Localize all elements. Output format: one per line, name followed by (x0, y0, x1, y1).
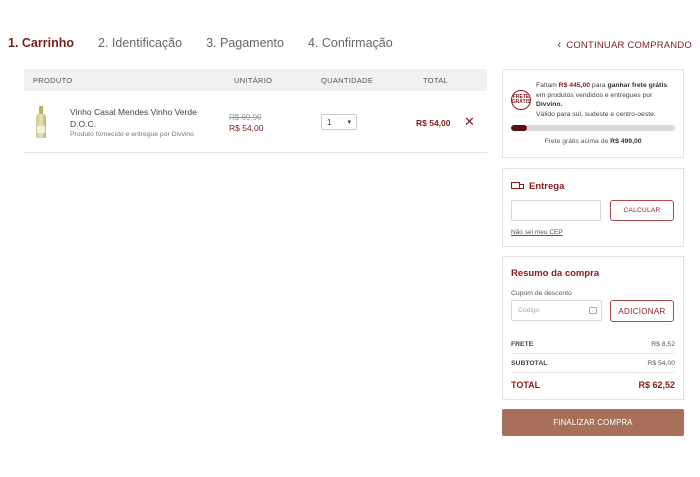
free-shipping-progress (511, 125, 675, 131)
summary-title: Resumo da compra (511, 268, 600, 279)
shipping-line: FRETE R$ 8,52 (511, 341, 675, 348)
continue-shopping-label: CONTINUAR COMPRANDO (566, 39, 692, 51)
quantity-select[interactable]: 1 ▾ (321, 114, 357, 130)
unknown-cep-link[interactable]: Não sei meu CEP (511, 229, 563, 236)
add-coupon-button[interactable]: ADICIONAR (610, 300, 674, 322)
free-shipping-badge-icon: FRETE GRÁTIS (511, 90, 531, 110)
progress-fill (511, 125, 528, 131)
quantity-value: 1 (327, 117, 332, 127)
finalize-purchase-button[interactable]: FINALIZAR COMPRA (502, 409, 684, 436)
unit-price: R$ 54,00 (229, 123, 264, 133)
table-header: PRODUTO UNITÁRIO QUANTIDADE TOTAL (24, 69, 487, 91)
old-price: R$ 69,90 (229, 113, 262, 122)
free-shipping-threshold: Frete grátis acima de R$ 499,00 (544, 138, 642, 145)
step-cart[interactable]: 1. Carrinho (8, 36, 74, 50)
product-image[interactable] (36, 106, 46, 138)
line-total: R$ 54,00 (416, 118, 451, 128)
header-total: TOTAL (423, 75, 448, 85)
delivery-panel: Entrega CALCULAR Não sei meu CEP (502, 168, 684, 247)
free-shipping-message: Faltam R$ 445,00 para ganhar frete gráti… (536, 82, 668, 118)
cep-input[interactable] (511, 200, 601, 221)
truck-icon (511, 182, 525, 191)
checkout-steps: 1. Carrinho 2. Identificação 3. Pagament… (8, 36, 417, 50)
table-row: Vinho Casal Mendes Vinho Verde D.O.C. Pr… (24, 91, 487, 153)
product-seller: Produto fornecido e entregue por Divvino (70, 131, 194, 138)
coupon-icon: ▪ (589, 307, 597, 314)
subtotal-line: SUBTOTAL R$ 54,00 (511, 360, 675, 367)
total-line: TOTAL R$ 62,52 (511, 380, 675, 390)
coupon-input[interactable]: Código ▪ (511, 300, 602, 321)
delivery-title: Entrega (511, 181, 564, 192)
chevron-down-icon: ▾ (347, 119, 351, 126)
header-product: PRODUTO (33, 75, 73, 85)
coupon-placeholder: Código (518, 307, 540, 314)
chevron-left-icon: ‹ (557, 39, 562, 51)
product-name[interactable]: Vinho Casal Mendes Vinho Verde D.O.C. (70, 106, 210, 130)
divider (511, 353, 675, 354)
header-quantity: QUANTIDADE (321, 75, 374, 85)
coupon-label: Cupom de desconto (511, 290, 572, 297)
step-payment[interactable]: 3. Pagamento (206, 36, 284, 50)
order-summary-panel: Resumo da compra Cupom de desconto Códig… (502, 256, 684, 400)
continue-shopping-link[interactable]: ‹ CONTINUAR COMPRANDO (557, 39, 692, 51)
calculate-button[interactable]: CALCULAR (610, 200, 674, 221)
cart-table: PRODUTO UNITÁRIO QUANTIDADE TOTAL Vinho … (24, 69, 487, 153)
step-confirmation[interactable]: 4. Confirmação (308, 36, 393, 50)
close-icon[interactable]: ✕ (464, 114, 475, 130)
divider (511, 372, 675, 373)
header-unit: UNITÁRIO (234, 75, 273, 85)
free-shipping-panel: FRETE GRÁTIS Faltam R$ 445,00 para ganha… (502, 69, 684, 158)
step-identification[interactable]: 2. Identificação (98, 36, 182, 50)
